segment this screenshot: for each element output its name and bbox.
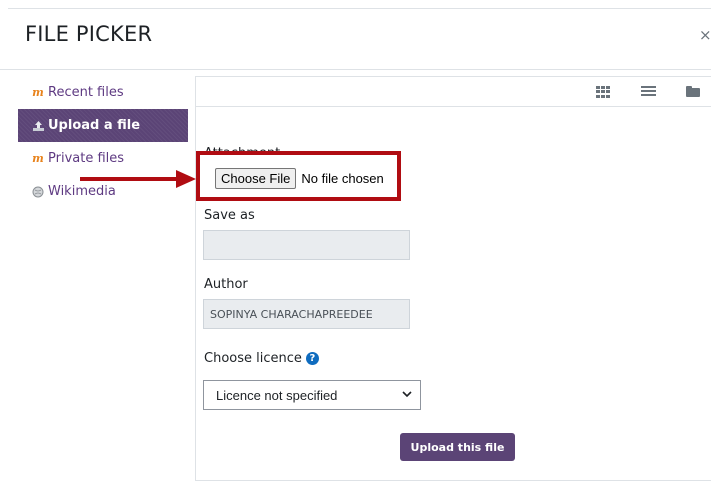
dialog-header: FILE PICKER × — [0, 0, 711, 70]
grid-view-icon[interactable] — [596, 86, 610, 98]
licence-select-value: Licence not specified — [216, 387, 338, 403]
help-icon[interactable]: ? — [305, 352, 319, 365]
sidebar-item-upload-a-file[interactable]: Upload a file — [18, 109, 188, 142]
upload-icon — [31, 120, 45, 132]
chevron-down-icon — [402, 390, 412, 401]
sidebar-item-recent-files[interactable]: m Recent files — [18, 76, 188, 109]
top-divider — [8, 8, 711, 9]
folder-view-icon[interactable] — [686, 86, 700, 97]
dialog-title: FILE PICKER — [25, 22, 153, 46]
licence-select[interactable]: Licence not specified — [203, 380, 421, 410]
wikimedia-icon — [31, 186, 45, 198]
choose-licence-label: Choose licence — [204, 351, 302, 366]
save-as-label: Save as — [204, 208, 255, 223]
red-arrow-icon — [80, 170, 196, 188]
sidebar-item-label: Recent files — [48, 85, 124, 100]
author-input[interactable]: SOPINYA CHARACHAPREEDEE — [203, 299, 410, 329]
file-input: Choose File No file chosen — [215, 168, 384, 189]
no-file-chosen-text: No file chosen — [301, 171, 384, 186]
moodle-icon: m — [32, 85, 44, 99]
moodle-icon: m — [32, 151, 44, 165]
sidebar-item-label: Private files — [48, 151, 125, 166]
save-as-input[interactable] — [203, 230, 410, 260]
licence-label-row: Choose licence ? — [204, 351, 319, 366]
view-toolbar — [196, 77, 711, 107]
close-icon[interactable]: × — [699, 26, 711, 44]
upload-panel: Attachment Choose File No file chosen Sa… — [195, 76, 711, 481]
choose-file-button[interactable]: Choose File — [215, 168, 297, 189]
upload-this-file-button[interactable]: Upload this file — [400, 433, 515, 461]
sidebar-item-label: Upload a file — [48, 118, 141, 133]
author-label: Author — [204, 277, 248, 292]
list-view-icon[interactable] — [641, 86, 656, 98]
